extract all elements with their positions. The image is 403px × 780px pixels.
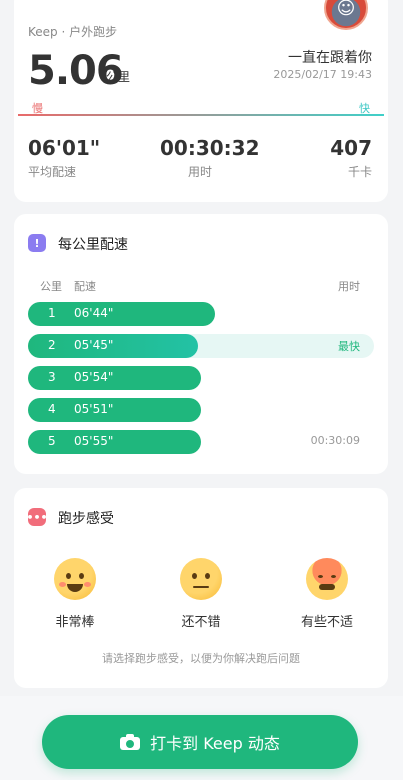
feeling-option-good[interactable]: 还不错 xyxy=(161,611,241,630)
km-pace: 05'45" xyxy=(74,338,114,352)
calories-value: 407 xyxy=(330,136,372,160)
run-summary-card: Keep · 户外跑步 ☺ 5.06 公里 一直在跟着你 2025/02/17 … xyxy=(14,0,388,202)
km-number: 2 xyxy=(48,338,56,352)
distance-unit: 公里 xyxy=(106,70,131,84)
km-pace: 06'44" xyxy=(74,306,114,320)
camera-icon xyxy=(120,734,141,750)
pace-row: 2 05'45" 最快 xyxy=(28,334,374,358)
col-header-time: 用时 xyxy=(338,280,360,293)
run-datetime: 2025/02/17 19:43 xyxy=(273,68,372,81)
col-header-pace: 配速 xyxy=(74,280,96,293)
grin-face-icon[interactable] xyxy=(54,558,96,600)
feeling-section-title: 跑步感受 xyxy=(58,511,114,527)
km-number: 3 xyxy=(48,370,56,384)
pace-section-icon: ! xyxy=(28,234,46,252)
checkin-button[interactable]: 打卡到 Keep 动态 xyxy=(42,715,358,769)
total-time: 00:30:09 xyxy=(310,434,360,447)
km-pace: 05'51" xyxy=(74,402,114,416)
neutral-face-icon[interactable] xyxy=(180,558,222,600)
calories-label: 千卡 xyxy=(347,165,372,179)
col-header-km: 公里 xyxy=(40,280,62,293)
motto-text: 一直在跟着你 xyxy=(288,50,372,66)
pace-row: 3 05'54" xyxy=(28,366,374,390)
feeling-hint: 请选择跑步感受，以便为你解决跑后问题 xyxy=(102,652,300,665)
avg-pace-value: 06'01" xyxy=(28,136,101,160)
avatar-face-icon: ☺ xyxy=(336,0,356,19)
feeling-option-uncomfortable[interactable]: 有些不适 xyxy=(287,611,367,630)
checkin-button-label: 打卡到 Keep 动态 xyxy=(150,734,280,753)
avg-pace-label: 平均配速 xyxy=(28,165,77,179)
sweating-face-icon[interactable] xyxy=(306,558,348,600)
pace-gradient-bar xyxy=(18,114,384,116)
km-number: 1 xyxy=(48,306,56,320)
km-number: 5 xyxy=(48,434,56,448)
run-feeling-card: ••• 跑步感受 非常棒 还不错 有些不适 请选择跑步感受，以便为你解决跑后问题 xyxy=(14,488,388,688)
pace-bar-fill xyxy=(28,302,215,326)
pace-row: 1 06'44" xyxy=(28,302,374,326)
feeling-section-icon: ••• xyxy=(26,508,48,526)
feeling-option-great[interactable]: 非常棒 xyxy=(35,611,115,630)
pace-per-km-card: ! 每公里配速 公里 配速 用时 1 06'44" 2 05'45" 最快 3 05'54"… xyxy=(14,214,388,474)
duration-value: 00:30:32 xyxy=(160,136,260,160)
km-pace: 05'54" xyxy=(74,370,114,384)
pace-section-title: 每公里配速 xyxy=(58,237,128,253)
fastest-badge: 最快 xyxy=(338,340,360,353)
activity-source: Keep · 户外跑步 xyxy=(28,25,118,39)
km-pace: 05'55" xyxy=(74,434,114,448)
duration-label: 用时 xyxy=(188,165,213,179)
pace-row: 4 05'51" xyxy=(28,398,374,422)
km-number: 4 xyxy=(48,402,56,416)
avatar[interactable]: ☺ xyxy=(324,0,368,30)
